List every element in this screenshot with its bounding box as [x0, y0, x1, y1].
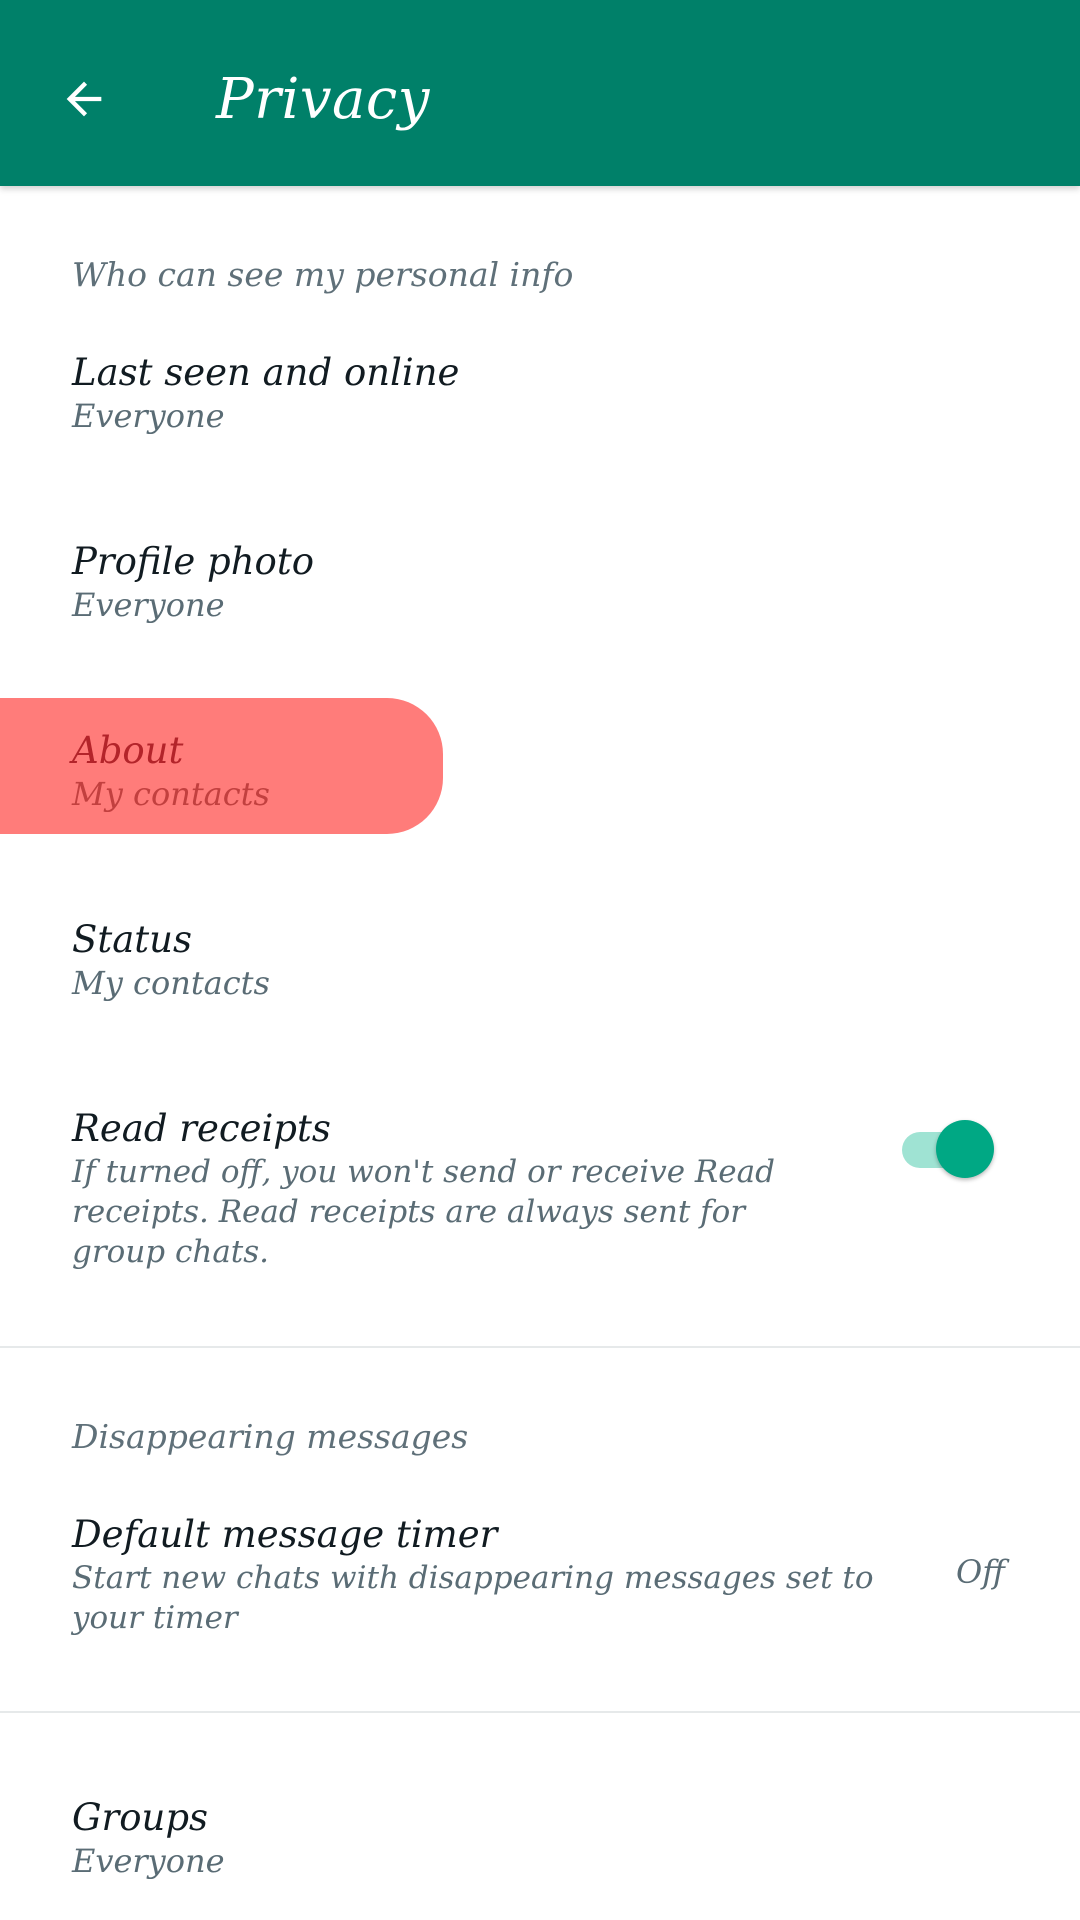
privacy-item-last-seen[interactable]: Last seen and online Everyone [0, 335, 1080, 471]
item-value: Everyone [72, 586, 225, 624]
item-value: Everyone [72, 397, 225, 435]
read-receipts-label: Read receipts [72, 1107, 331, 1150]
section-header-personal-info: Who can see my personal info [72, 255, 574, 294]
divider [0, 1346, 1080, 1348]
divider [0, 1711, 1080, 1713]
page-title: Privacy [216, 67, 430, 132]
default-message-timer-row[interactable]: Default message timer Start new chats wi… [0, 1497, 1080, 1647]
back-button[interactable] [48, 63, 120, 135]
privacy-item-about[interactable]: About My contacts [0, 713, 1080, 849]
item-label: Groups [72, 1796, 209, 1839]
item-label: Profile photo [72, 540, 314, 583]
read-receipts-toggle[interactable] [900, 1118, 1000, 1180]
default-timer-value: Off [956, 1553, 1005, 1591]
app-bar: Privacy [0, 0, 1080, 186]
default-timer-description: Start new chats with disappearing messag… [72, 1560, 874, 1636]
item-label: Last seen and online [72, 351, 460, 394]
privacy-item-status[interactable]: Status My contacts [0, 902, 1080, 1038]
item-value: My contacts [72, 775, 270, 813]
privacy-item-profile-photo[interactable]: Profile photo Everyone [0, 524, 1080, 660]
item-value: My contacts [72, 964, 270, 1002]
item-value: Everyone [72, 1842, 225, 1880]
arrow-left-icon [66, 81, 102, 117]
read-receipts-description: If turned off, you won't send or receive… [72, 1154, 775, 1270]
item-label: Status [72, 918, 192, 961]
section-header-disappearing: Disappearing messages [72, 1417, 469, 1456]
item-label: About [72, 729, 184, 772]
default-timer-label: Default message timer [72, 1513, 498, 1556]
toggle-thumb [936, 1120, 994, 1178]
privacy-item-groups[interactable]: Groups Everyone [0, 1780, 1080, 1916]
